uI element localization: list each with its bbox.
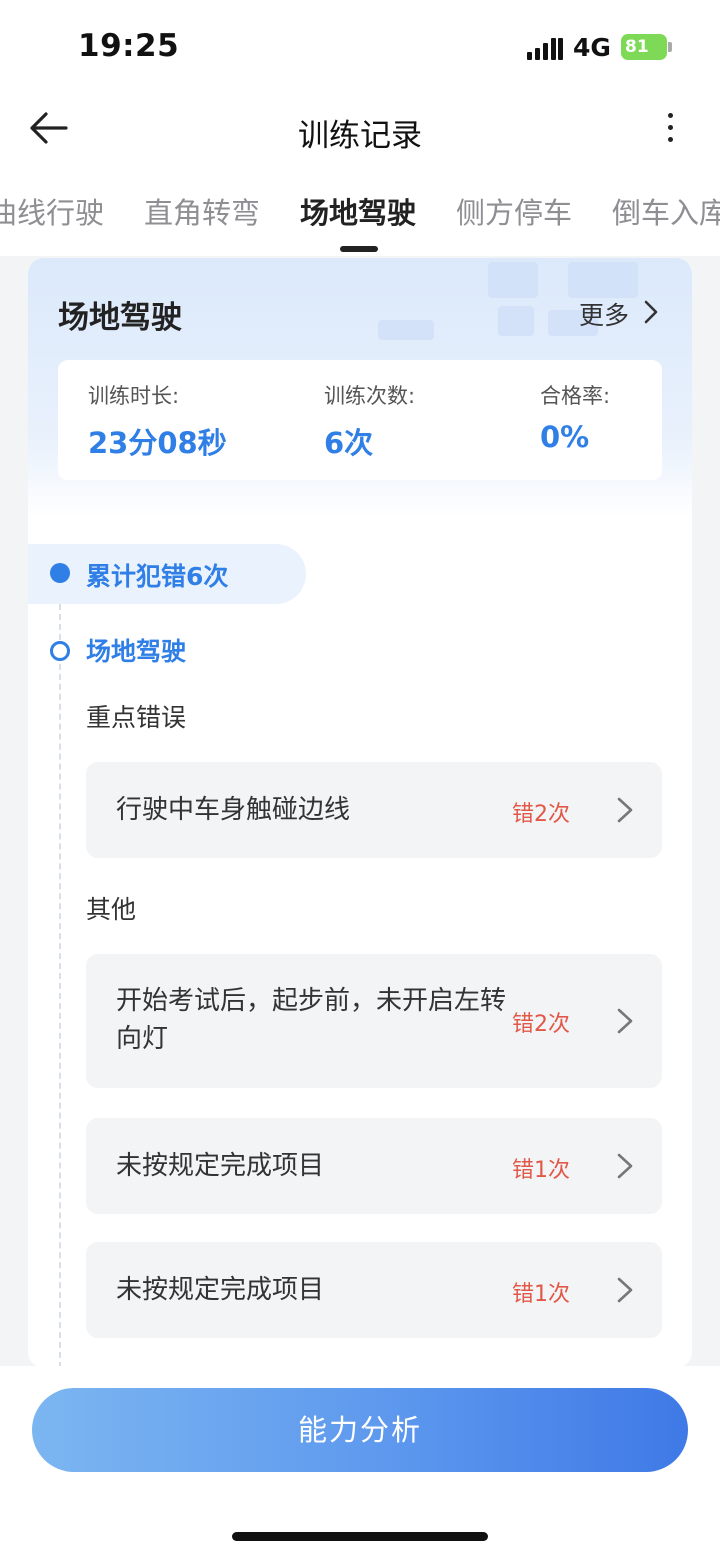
decor-block — [568, 262, 638, 298]
chevron-right-icon — [614, 795, 636, 825]
nav-bar: 训练记录 — [0, 96, 720, 166]
network-type: 4G — [573, 33, 611, 62]
status-bar: 19:25 4G 81 — [0, 0, 720, 96]
chevron-right-icon[interactable] — [640, 298, 662, 326]
error-item[interactable]: 开始考试后，起步前，未开启左转向灯 错2次 — [86, 954, 662, 1088]
error-text: 开始考试后，起步前，未开启左转向灯 — [116, 986, 507, 1054]
tab-reverse-parking[interactable]: 倒车入库 — [612, 190, 720, 232]
timeline-dot — [50, 563, 70, 583]
error-item[interactable]: 未按规定完成项目 错1次 — [86, 1118, 662, 1214]
error-count: 错2次 — [512, 1012, 570, 1037]
error-count: 错1次 — [512, 1158, 570, 1183]
timeline-line — [59, 604, 61, 1368]
category-tabs: 曲线行驶 直角转弯 场地驾驶 侧方停车 倒车入库 — [0, 166, 720, 256]
error-text: 未按规定完成项目 — [116, 1151, 325, 1181]
card-title: 场地驾驶 — [58, 300, 182, 336]
signal-icon — [527, 36, 563, 60]
decor-block — [498, 306, 534, 336]
tab-right-angle-turn[interactable]: 直角转弯 — [144, 190, 260, 232]
stat-count-label: 训练次数: — [324, 384, 416, 408]
chevron-right-icon — [614, 1006, 636, 1036]
page-title: 训练记录 — [298, 118, 422, 154]
decor-block — [488, 262, 538, 298]
timeline-summary-text: 累计犯错6次 — [86, 562, 229, 591]
more-link[interactable]: 更多 — [579, 296, 629, 332]
battery-tip — [668, 42, 672, 52]
error-text: 行驶中车身触碰边线 — [116, 795, 351, 825]
status-time: 19:25 — [78, 28, 180, 64]
timeline-ring — [50, 641, 70, 661]
tab-curve-driving[interactable]: 曲线行驶 — [0, 190, 104, 232]
tab-side-parking[interactable]: 侧方停车 — [456, 190, 572, 232]
chevron-right-icon — [614, 1151, 636, 1181]
error-count: 错1次 — [512, 1282, 570, 1307]
decor-block — [378, 320, 434, 340]
home-indicator — [232, 1532, 488, 1541]
more-options-icon[interactable] — [660, 110, 680, 146]
tab-field-driving[interactable]: 场地驾驶 — [300, 190, 416, 232]
battery-icon: 81 — [621, 34, 667, 60]
stats-panel: 训练时长: 23分08秒 训练次数: 6次 合格率: 0% — [58, 360, 662, 480]
tab-indicator — [340, 246, 378, 252]
key-errors-label: 重点错误 — [86, 703, 187, 732]
timeline-section-title: 场地驾驶 — [86, 637, 187, 666]
stat-count-value: 6次 — [324, 426, 374, 460]
stat-duration-label: 训练时长: — [88, 384, 180, 408]
ability-analysis-button[interactable]: 能力分析 — [32, 1388, 688, 1472]
stat-duration-value: 23分08秒 — [88, 426, 227, 460]
error-item[interactable]: 未按规定完成项目 错1次 — [86, 1242, 662, 1338]
battery-level: 81 — [625, 37, 649, 57]
chevron-right-icon — [614, 1275, 636, 1305]
record-card: 场地驾驶 更多 训练时长: 23分08秒 训练次数: 6次 合格率: 0% 累计… — [28, 258, 692, 1368]
stat-pass-rate-label: 合格率: — [540, 384, 611, 408]
others-label: 其他 — [86, 895, 137, 924]
stat-pass-rate-value: 0% — [540, 420, 590, 454]
error-count: 错2次 — [512, 802, 570, 827]
error-item[interactable]: 行驶中车身触碰边线 错2次 — [86, 762, 662, 858]
error-text: 未按规定完成项目 — [116, 1275, 325, 1305]
